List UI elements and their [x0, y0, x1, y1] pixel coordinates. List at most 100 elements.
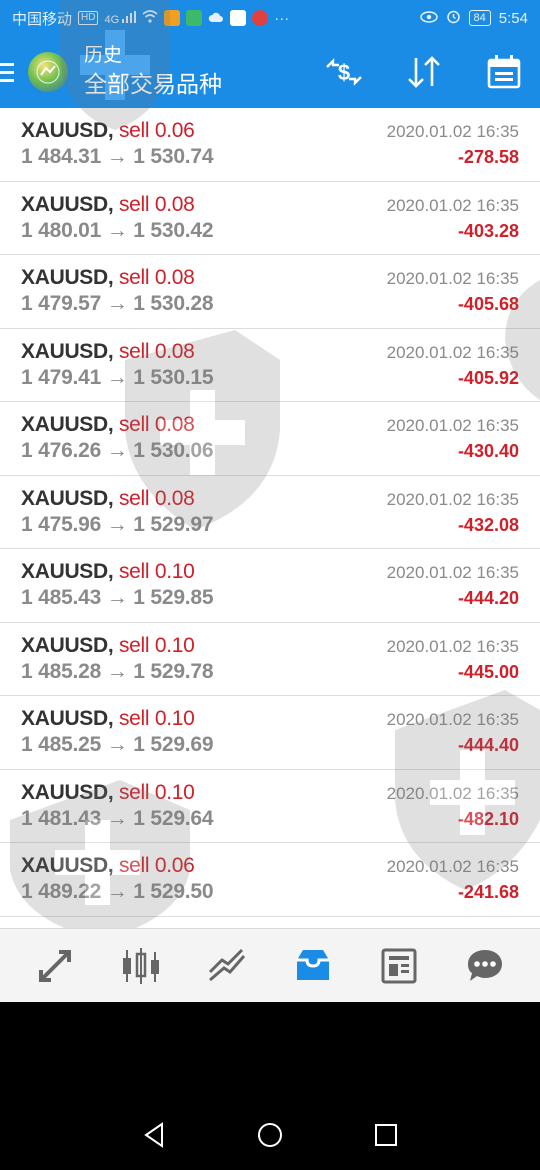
trade-row[interactable]: XAUUSD, sell 0.10 1 485.25 → 1 529.69 2020…	[0, 696, 540, 770]
symbol-label: XAUUSD,	[21, 633, 114, 657]
trade-time: 2020.01.02 16:35	[386, 195, 519, 215]
trade-row[interactable]: XAUUSD, sell 0.06 1 489.22 → 1 529.50 2020…	[0, 843, 540, 917]
alarm-icon	[446, 9, 461, 28]
trade-profit: -278.58	[457, 147, 519, 167]
trade-symbol: XAUUSD, sell 0.10	[21, 707, 195, 731]
symbol-label: XAUUSD,	[21, 266, 114, 289]
calendar-icon[interactable]	[478, 46, 530, 98]
symbol-label: XAUUSD,	[21, 560, 114, 583]
status-left: 中国移动 HD 4G ···	[12, 8, 289, 29]
symbol-label: XAUUSD,	[21, 339, 114, 363]
trade-time: 2020.01.02 16:35	[386, 563, 519, 582]
arrow-right-icon: →	[106, 365, 128, 389]
trade-type-volume: sell 0.10	[118, 633, 195, 657]
trade-row[interactable]: XAUUSD, sell 0.08 1 479.57 → 1 530.28 2020…	[0, 255, 540, 329]
arrow-right-icon: →	[106, 145, 128, 168]
signal-icon: 4G	[104, 10, 137, 26]
arrow-right-icon: →	[106, 880, 128, 903]
menu-icon-line	[0, 70, 14, 74]
trade-type-volume: sell 0.10	[118, 560, 195, 583]
app-logo-icon	[28, 52, 68, 92]
open-price: 1 485.28	[21, 659, 102, 683]
sort-icon[interactable]	[398, 46, 450, 98]
trade-prices: 1 485.43 → 1 529.85	[21, 586, 214, 610]
arrow-right-icon: →	[106, 586, 128, 609]
trade-row[interactable]: XAUUSD, sell 0.10 1 485.43 → 1 529.85 2020…	[0, 549, 540, 623]
svg-text:$: $	[338, 60, 350, 85]
app-notification-icon	[230, 10, 247, 26]
header-titles: 历史 全部交易品种	[84, 44, 222, 100]
trade-time: 2020.01.02 16:35	[386, 710, 519, 729]
trade-symbol: XAUUSD, sell 0.08	[21, 340, 195, 364]
trade-prices: 1 484.31 → 1 530.74	[21, 145, 214, 169]
close-price: 1 530.42	[133, 218, 214, 242]
trade-prices: 1 479.57 → 1 530.28	[21, 292, 214, 316]
back-icon[interactable]	[136, 1117, 172, 1153]
close-price: 1 530.28	[133, 292, 214, 315]
trade-type-volume: sell 0.06	[118, 119, 195, 142]
trade-symbol: XAUUSD, sell 0.06	[21, 119, 195, 143]
arrow-right-icon: →	[106, 439, 128, 462]
close-price: 1 529.78	[133, 659, 214, 683]
page-title[interactable]: 全部交易品种	[84, 68, 222, 100]
hd-badge: HD	[78, 11, 99, 25]
news-icon[interactable]	[369, 936, 429, 996]
arrow-right-icon: →	[106, 512, 128, 536]
trade-profit: -430.40	[457, 441, 519, 461]
chart-icon[interactable]	[111, 936, 171, 996]
trade-symbol: XAUUSD, sell 0.10	[21, 634, 195, 658]
trade-time: 2020.01.02 16:35	[386, 269, 519, 288]
trade-prices: 1 476.26 → 1 530.06	[21, 439, 214, 463]
symbol-label: XAUUSD,	[21, 707, 114, 730]
trade-row[interactable]: XAUUSD, sell 0.10 1 481.43 → 1 529.64 2020…	[0, 770, 540, 843]
open-price: 1 485.25	[21, 733, 102, 756]
trade-type-volume: sell 0.08	[118, 339, 195, 363]
carrier-label: 中国移动	[12, 10, 73, 28]
trade-row[interactable]: XAUUSD, sell 0.08 1 475.96 → 1 529.97 2020…	[0, 476, 540, 549]
trade-row[interactable]: XAUUSD, sell 0.10 1 485.28 → 1 529.78 2020…	[0, 623, 540, 696]
open-price: 1 489.22	[21, 880, 102, 903]
trade-symbol: XAUUSD, sell 0.08	[21, 487, 195, 511]
trade-row[interactable]: XAUUSD, sell 0.06 1 484.31 → 1 530.74 2020…	[0, 108, 540, 182]
clock-label: 5:54	[498, 9, 528, 27]
quotes-icon[interactable]	[25, 936, 85, 996]
trade-symbol: XAUUSD, sell 0.08	[21, 266, 195, 290]
header-actions: $	[318, 46, 540, 98]
trade-profit: -403.28	[457, 220, 519, 241]
trade-profit: -405.68	[457, 294, 519, 314]
symbol-label: XAUUSD,	[21, 780, 114, 804]
menu-button[interactable]	[0, 36, 20, 108]
history-icon[interactable]	[283, 936, 343, 996]
trade-row[interactable]: XAUUSD, sell 0.08 1 476.26 → 1 530.06 2020…	[0, 402, 540, 476]
trade-time: 2020.01.02 16:35	[386, 122, 519, 141]
trade-prices: 1 485.25 → 1 529.69	[21, 733, 214, 757]
trade-row[interactable]: XAUUSD, sell 0.08 1 479.41 → 1 530.15 2020…	[0, 329, 540, 402]
symbol-label: XAUUSD,	[21, 413, 114, 436]
trade-icon[interactable]	[197, 936, 257, 996]
open-price: 1 476.26	[21, 439, 102, 462]
chat-icon[interactable]	[455, 936, 515, 996]
trade-profit: -482.10	[457, 808, 519, 829]
menu-icon-line	[0, 78, 14, 82]
arrow-right-icon: →	[106, 292, 128, 315]
symbol-label: XAUUSD,	[21, 192, 114, 216]
close-price: 1 530.06	[133, 439, 214, 462]
more-notifications-label: ···	[274, 9, 290, 27]
app-notification-icon	[164, 10, 181, 26]
trade-symbol: XAUUSD, sell 0.06	[21, 854, 195, 878]
home-icon[interactable]	[252, 1117, 288, 1153]
battery-level: 84	[468, 10, 491, 26]
trade-row[interactable]: XAUUSD, sell 0.08 1 480.01 → 1 530.42 2020…	[0, 182, 540, 255]
trade-time: 2020.01.02 16:35	[386, 416, 519, 435]
trade-profit: -445.00	[457, 661, 519, 682]
trade-prices: 1 479.41 → 1 530.15	[21, 365, 214, 390]
open-price: 1 479.41	[21, 365, 102, 389]
status-bar: 中国移动 HD 4G ··· 84 5:54	[0, 0, 540, 36]
close-price: 1 529.69	[133, 733, 214, 756]
status-right: 84 5:54	[419, 9, 528, 28]
recents-icon[interactable]	[368, 1117, 404, 1153]
trade-history-list[interactable]: XAUUSD, sell 0.06 1 484.31 → 1 530.74 2020…	[0, 108, 540, 928]
swap-currency-icon[interactable]: $	[318, 46, 370, 98]
trade-prices: 1 489.22 → 1 529.50	[21, 880, 214, 904]
symbol-label: XAUUSD,	[21, 854, 114, 877]
